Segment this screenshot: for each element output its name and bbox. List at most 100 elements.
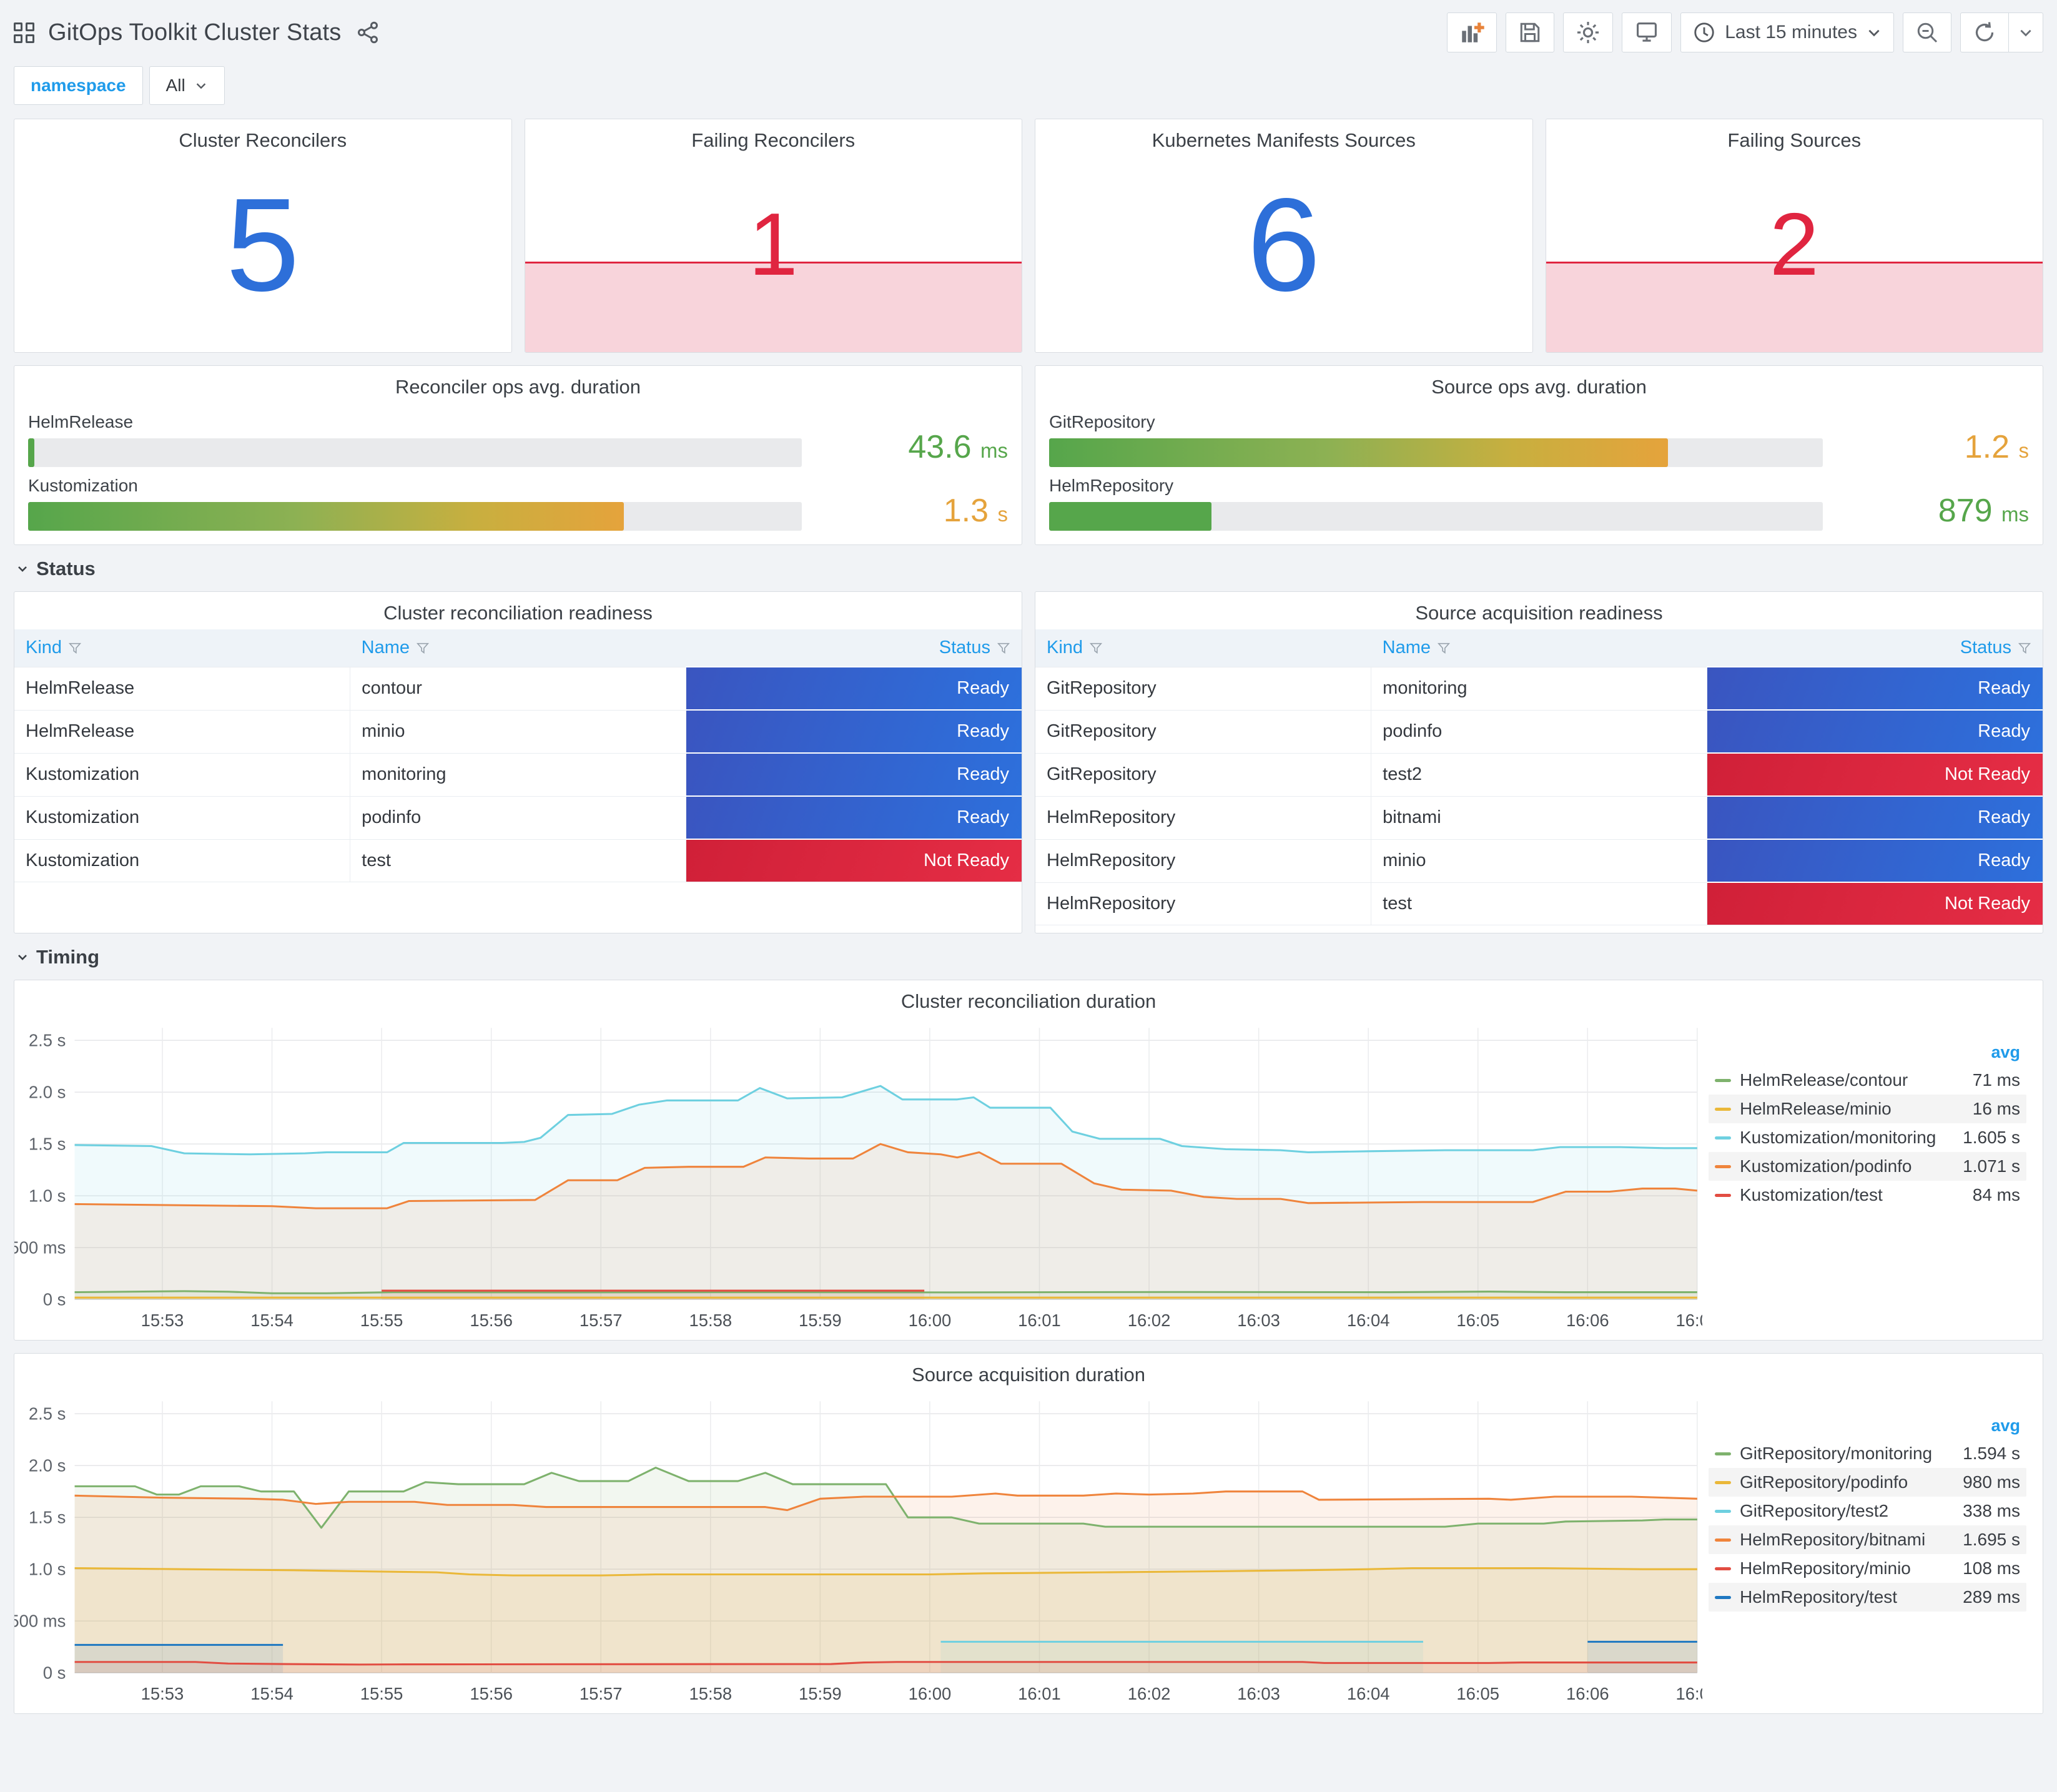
stat-value: 5 (225, 170, 300, 319)
column-header-name[interactable]: Name (350, 629, 686, 667)
filter-icon[interactable] (2018, 641, 2031, 656)
series-name[interactable]: HelmRelease/minio (1740, 1099, 1918, 1119)
series-name[interactable]: GitRepository/podinfo (1740, 1472, 1918, 1492)
dashboard-settings-button[interactable] (1563, 12, 1614, 52)
refresh-button[interactable] (1960, 12, 2009, 52)
cell-name: monitoring (350, 752, 686, 796)
cell-status: Ready (686, 709, 1022, 753)
svg-text:15:56: 15:56 (470, 1684, 513, 1703)
share-icon[interactable] (355, 20, 380, 45)
series-name[interactable]: GitRepository/monitoring (1740, 1444, 1932, 1464)
cluster-readiness-table-panel: Cluster reconciliation readiness Kind Nam… (14, 591, 1022, 933)
cell-kind: HelmRepository (1035, 839, 1372, 882)
panel-title[interactable]: Reconciler ops avg. duration (28, 366, 1008, 403)
series-name[interactable]: HelmRepository/bitnami (1740, 1530, 1925, 1550)
cell-status: Not Ready (1707, 882, 2043, 925)
filter-icon[interactable] (1437, 641, 1451, 656)
panel-title[interactable]: Source ops avg. duration (1049, 366, 2029, 403)
template-variables: namespace All (14, 66, 2043, 105)
cell-name: bitnami (1371, 795, 1707, 839)
column-header-status[interactable]: Status (686, 629, 1022, 667)
svg-text:0 s: 0 s (43, 1663, 66, 1682)
time-series-plot[interactable]: 0 s 500 ms 1.0 s 1.5 s 2.0 s 2.5 s 15:53 15:54 1… (14, 1018, 1702, 1335)
tv-mode-button[interactable] (1622, 12, 1672, 52)
zoom-out-button[interactable] (1903, 12, 1951, 52)
table-row: Kustomization test Not Ready (14, 839, 1022, 882)
panel-title[interactable]: Source acquisition readiness (1035, 592, 2043, 629)
status-tables-row: Cluster reconciliation readiness Kind Nam… (14, 591, 2043, 933)
panel-title[interactable]: Source acquisition duration (14, 1354, 2043, 1391)
svg-text:1.5 s: 1.5 s (29, 1134, 66, 1153)
add-panel-button[interactable] (1447, 12, 1497, 52)
cell-kind: Kustomization (14, 752, 351, 796)
chevron-down-icon (18, 955, 27, 960)
legend-avg-header[interactable]: avg (1709, 1039, 2026, 1066)
cell-name: test (1371, 882, 1707, 925)
legend-item: HelmRepository/minio 108 ms (1709, 1554, 2026, 1583)
legend-item: GitRepository/monitoring 1.594 s (1709, 1439, 2026, 1468)
series-name[interactable]: Kustomization/test (1740, 1185, 1918, 1205)
series-name[interactable]: HelmRepository/minio (1740, 1558, 1918, 1578)
dashboard: GitOps Toolkit Cluster Stats Last 15 min… (0, 0, 2057, 1741)
svg-text:1.5 s: 1.5 s (29, 1507, 66, 1527)
time-series-plot[interactable]: 0 s 500 ms 1.0 s 1.5 s 2.0 s 2.5 s 15:53 15:54 1… (14, 1391, 1702, 1708)
cell-name: test2 (1371, 752, 1707, 796)
namespace-variable-label: namespace (14, 66, 143, 105)
cell-name: monitoring (1371, 666, 1707, 710)
panel-title[interactable]: Kubernetes Manifests Sources (1035, 119, 1532, 157)
panel-title[interactable]: Cluster reconciliation duration (14, 980, 2043, 1018)
cell-status: Ready (686, 666, 1022, 710)
chart-legend: avg HelmRelease/contour 71 ms HelmRelease/m… (1702, 1018, 2043, 1335)
svg-text:16:00: 16:00 (909, 1684, 952, 1703)
cell-kind: Kustomization (14, 795, 351, 839)
cell-name: podinfo (350, 795, 686, 839)
time-range-picker[interactable]: Last 15 minutes (1680, 12, 1894, 52)
gauges-row: Reconciler ops avg. duration HelmRelease… (14, 365, 2043, 545)
refresh-interval-dropdown[interactable] (2009, 12, 2043, 52)
series-avg-value: 1.071 s (1963, 1156, 2020, 1176)
filter-icon[interactable] (1089, 641, 1103, 656)
chevron-down-icon (196, 83, 205, 89)
cell-name: minio (350, 709, 686, 753)
panel-title[interactable]: Failing Sources (1546, 119, 2043, 157)
cell-kind: HelmRelease (14, 666, 351, 710)
svg-text:16:01: 16:01 (1018, 1311, 1061, 1330)
series-name[interactable]: GitRepository/test2 (1740, 1501, 1918, 1521)
table-row: Kustomization monitoring Ready (14, 752, 1022, 796)
time-range-label: Last 15 minutes (1725, 22, 1857, 42)
svg-text:16:00: 16:00 (909, 1311, 952, 1330)
gauge-value: 1.3 s (943, 493, 1008, 529)
column-header-status[interactable]: Status (1707, 629, 2043, 667)
filter-icon[interactable] (416, 641, 430, 656)
series-name[interactable]: HelmRepository/test (1740, 1587, 1918, 1607)
status-badge: Not Ready (686, 840, 1022, 882)
column-header-kind[interactable]: Kind (1035, 629, 1371, 667)
cell-kind: HelmRepository (1035, 882, 1372, 925)
legend-item: GitRepository/podinfo 980 ms (1709, 1468, 2026, 1497)
series-name[interactable]: Kustomization/monitoring (1740, 1128, 1936, 1148)
column-header-kind[interactable]: Kind (14, 629, 350, 667)
stat-value: 1 (748, 195, 798, 295)
column-header-name[interactable]: Name (1371, 629, 1707, 667)
panel-title[interactable]: Failing Reconcilers (525, 119, 1022, 157)
panel-title[interactable]: Cluster reconciliation readiness (14, 592, 1022, 629)
series-name[interactable]: HelmRelease/contour (1740, 1070, 1918, 1090)
svg-text:15:59: 15:59 (799, 1684, 842, 1703)
stat-failing-reconcilers: Failing Reconcilers 1 (524, 119, 1022, 353)
legend-avg-header[interactable]: avg (1709, 1412, 2026, 1439)
namespace-variable-value[interactable]: All (149, 66, 225, 105)
status-badge: Ready (1707, 711, 2043, 752)
section-timing[interactable]: Timing (15, 946, 2043, 968)
legend-item: HelmRepository/bitnami 1.695 s (1709, 1525, 2026, 1555)
save-dashboard-button[interactable] (1506, 12, 1555, 52)
table-row: HelmRepository test Not Ready (1035, 882, 2043, 925)
series-avg-value: 980 ms (1963, 1472, 2020, 1492)
series-name[interactable]: Kustomization/podinfo (1740, 1156, 1918, 1176)
filter-icon[interactable] (68, 641, 82, 656)
status-badge: Ready (1707, 840, 2043, 882)
section-status[interactable]: Status (15, 558, 2043, 580)
panel-title[interactable]: Cluster Reconcilers (14, 119, 511, 157)
chevron-down-icon (2020, 29, 2031, 37)
filter-icon[interactable] (997, 641, 1010, 656)
gauge-row: HelmRelease 43.6 ms (28, 412, 1008, 467)
